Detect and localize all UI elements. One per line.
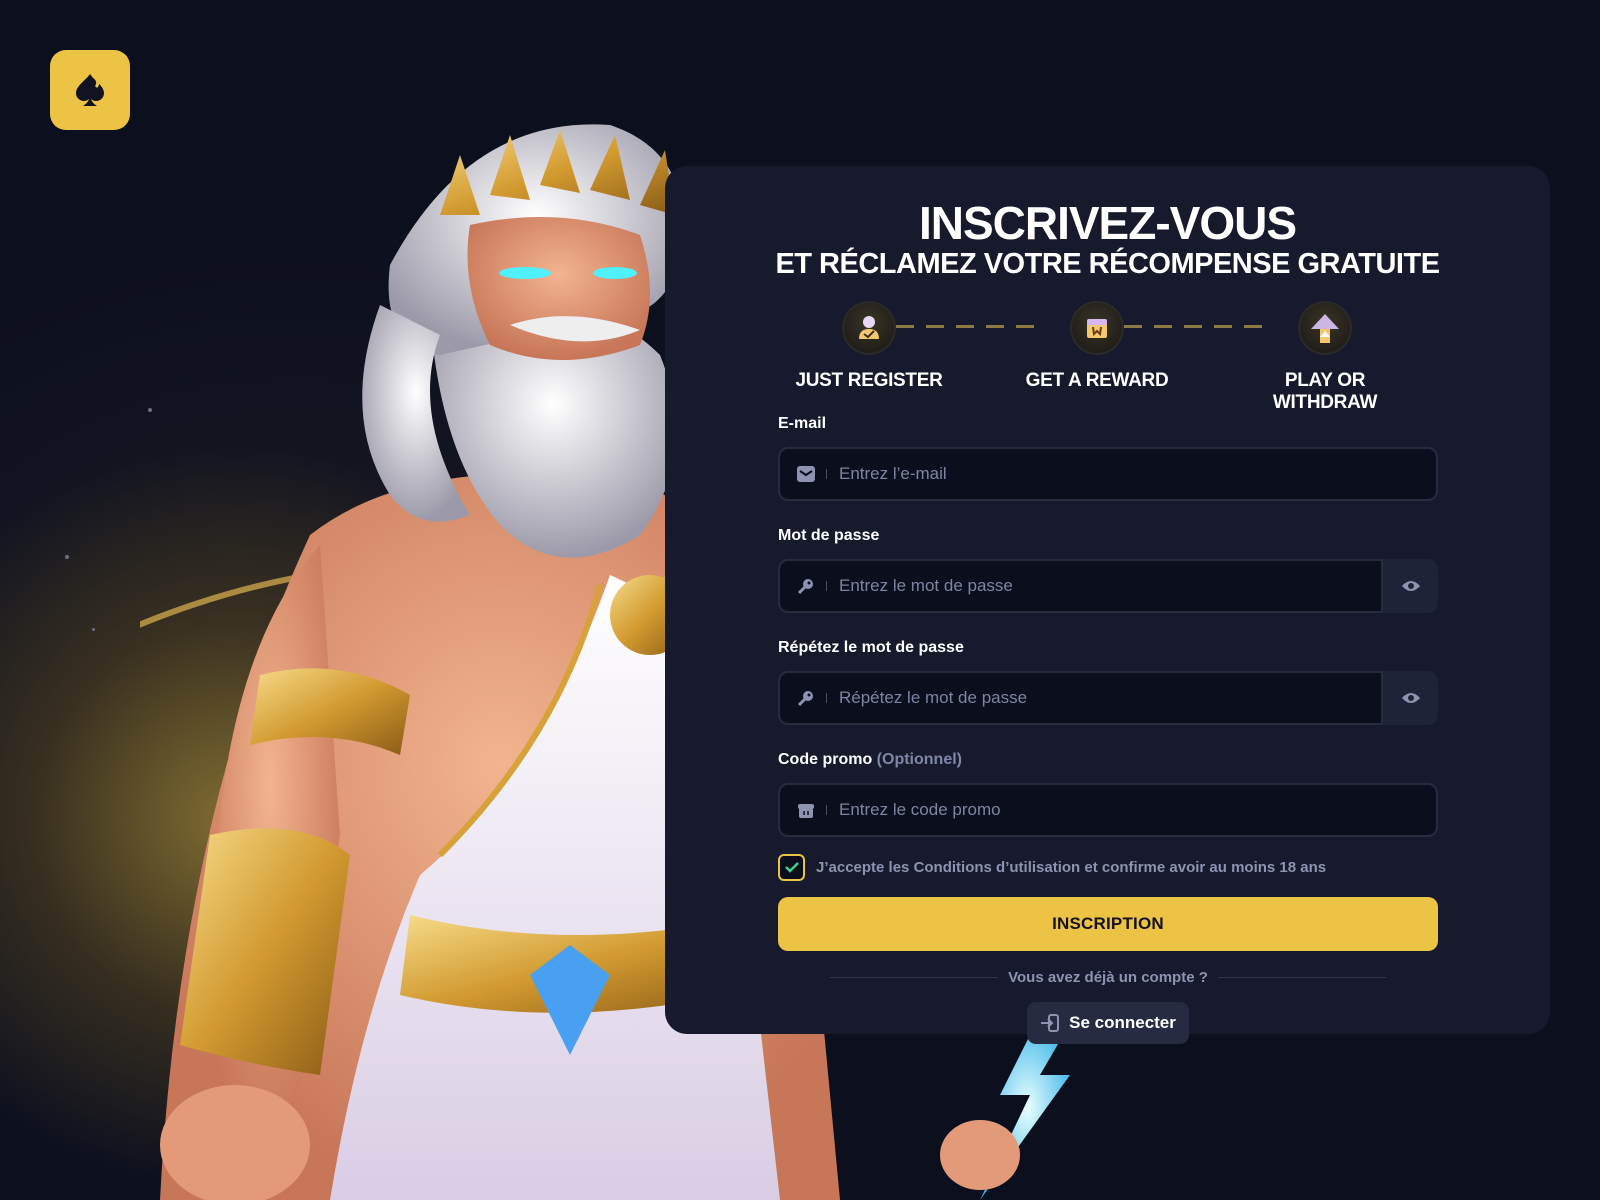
show-password-button[interactable] bbox=[1383, 559, 1438, 613]
divider-line bbox=[1217, 976, 1386, 978]
key-icon bbox=[796, 688, 816, 708]
password-field[interactable] bbox=[778, 559, 1383, 613]
page-title: INSCRIVEZ-VOUS bbox=[918, 197, 1297, 249]
gift-icon bbox=[796, 800, 816, 820]
eye-icon bbox=[1401, 581, 1420, 591]
step-label: JUST REGISTER bbox=[795, 370, 943, 391]
step-reward: GET A REWARD bbox=[1007, 301, 1187, 392]
signup-panel: INSCRIVEZ-VOUS ET RÉCLAMEZ VOTRE RÉCOMPE… bbox=[665, 166, 1550, 1044]
promo-label-text: Code promo bbox=[778, 751, 873, 768]
step-label: GET A REWARD bbox=[1025, 370, 1169, 391]
login-divider: Vous avez déjà un compte ? bbox=[778, 967, 1438, 987]
login-button[interactable]: Se connecter bbox=[1027, 1002, 1189, 1044]
background-star bbox=[92, 628, 95, 631]
promo-input[interactable] bbox=[839, 785, 1436, 835]
signup-form: E-mail Mot de passe bbox=[778, 413, 1438, 1044]
login-label: Se connecter bbox=[1069, 1013, 1176, 1032]
background-star bbox=[65, 555, 69, 559]
field-separator bbox=[826, 805, 827, 815]
eye-icon bbox=[1401, 693, 1420, 703]
user-check-icon bbox=[842, 301, 896, 355]
step-withdraw: PLAY OR WITHDRAW bbox=[1235, 301, 1415, 414]
key-icon bbox=[796, 576, 816, 596]
field-separator bbox=[826, 581, 827, 591]
email-field[interactable] bbox=[778, 447, 1438, 501]
mail-icon bbox=[796, 464, 816, 484]
promo-field[interactable] bbox=[778, 783, 1438, 837]
repeat-password-field[interactable] bbox=[778, 671, 1383, 725]
gift-icon bbox=[1070, 301, 1124, 355]
password-row bbox=[778, 559, 1438, 613]
divider-line bbox=[830, 976, 999, 978]
signup-button[interactable]: INSCRIPTION bbox=[778, 897, 1438, 951]
promo-label: Code promo (Optionnel) bbox=[778, 749, 1438, 771]
step-label: PLAY OR WITHDRAW bbox=[1272, 370, 1378, 413]
terms-checkbox[interactable] bbox=[778, 853, 805, 881]
field-separator bbox=[826, 693, 827, 703]
check-icon bbox=[784, 862, 799, 873]
email-input[interactable] bbox=[839, 449, 1436, 499]
field-separator bbox=[826, 469, 827, 479]
signup-page: INSCRIVEZ-VOUS ET RÉCLAMEZ VOTRE RÉCOMPE… bbox=[0, 0, 1600, 1200]
email-label: E-mail bbox=[778, 415, 827, 432]
repeat-password-label: Répétez le mot de passe bbox=[778, 639, 964, 656]
password-label: Mot de passe bbox=[778, 527, 880, 544]
password-input[interactable] bbox=[839, 561, 1381, 611]
terms-text: J’accepte les Conditions d’utilisation e… bbox=[816, 858, 1327, 876]
show-repeat-password-button[interactable] bbox=[1383, 671, 1438, 725]
page-subtitle: ET RÉCLAMEZ VOTRE RÉCOMPENSE GRATUITE bbox=[775, 248, 1440, 280]
brand-logo[interactable] bbox=[50, 50, 130, 130]
have-account-text: Vous avez déjà un compte ? bbox=[1008, 968, 1208, 986]
promo-optional-hint: (Optionnel) bbox=[876, 751, 962, 768]
step-register: JUST REGISTER bbox=[779, 301, 959, 392]
repeat-password-row bbox=[778, 671, 1438, 725]
terms-row: J’accepte les Conditions d’utilisation e… bbox=[778, 853, 1438, 881]
spade-icon bbox=[76, 74, 104, 106]
reward-steps: JUST REGISTER GET A REWARD PLAY OR WITHD… bbox=[779, 301, 1439, 413]
login-icon bbox=[1040, 1014, 1060, 1032]
repeat-password-input[interactable] bbox=[839, 673, 1381, 723]
arrow-up-icon bbox=[1298, 301, 1352, 355]
